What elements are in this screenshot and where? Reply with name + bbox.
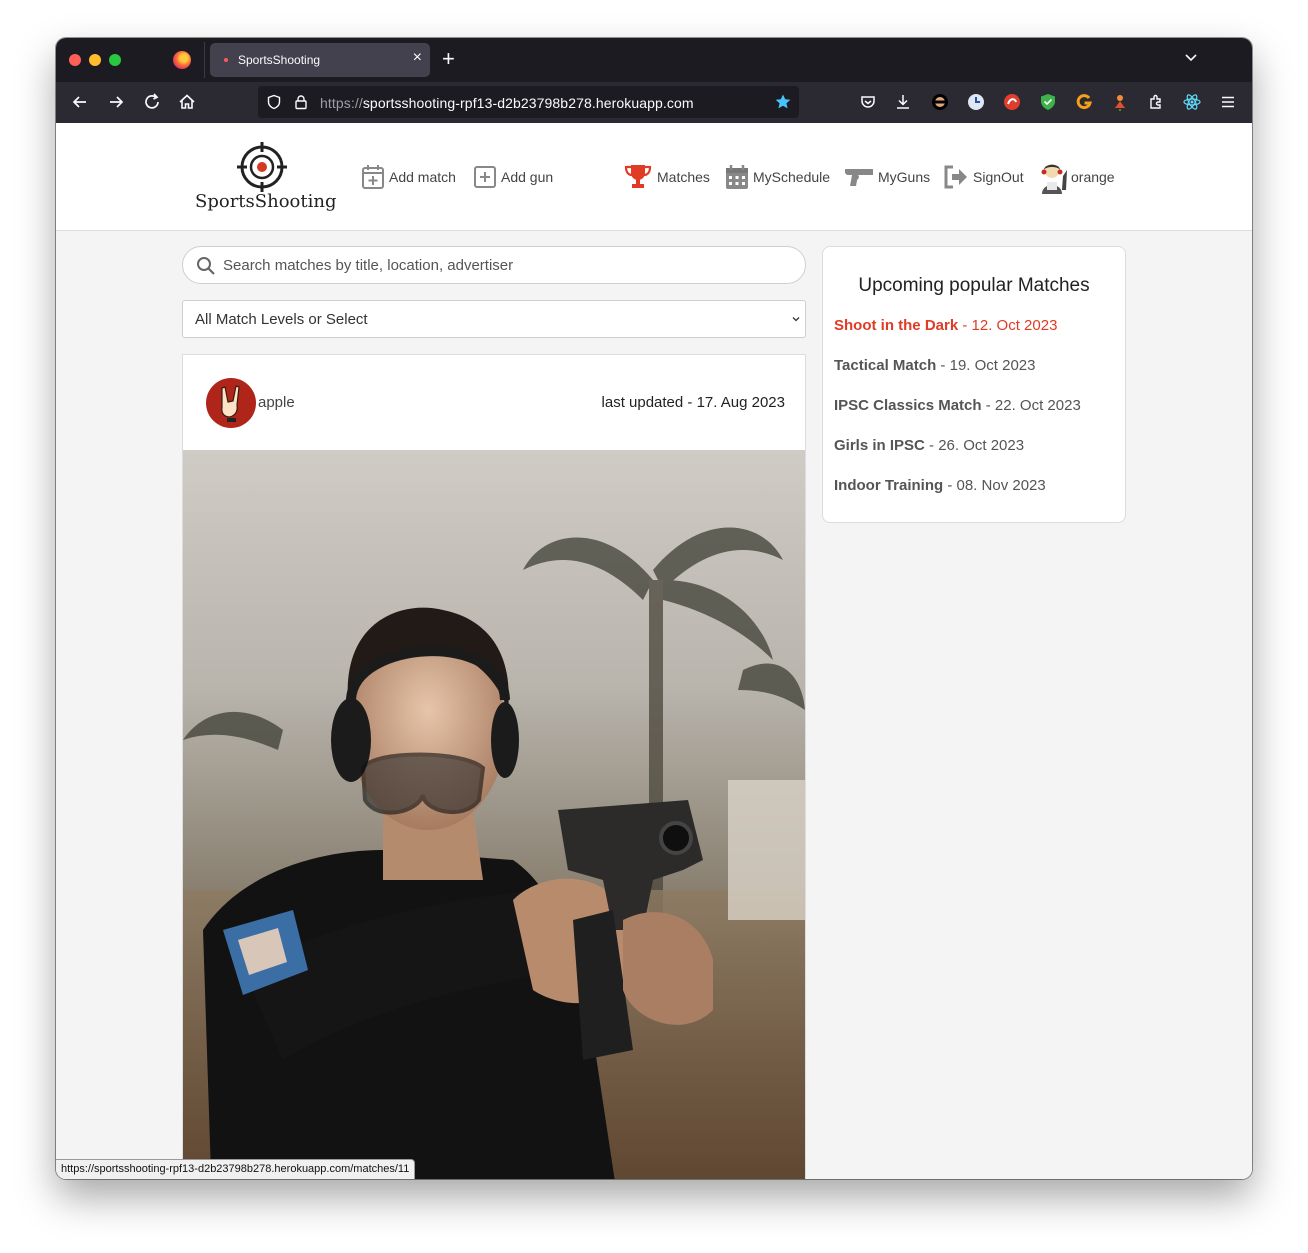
tab-bar: SportsShooting × + [56,38,1252,82]
extension-red-icon[interactable] [1003,93,1021,111]
upcoming-item-name: Girls in IPSC [834,437,925,454]
forward-icon[interactable] [105,91,127,113]
author-avatar [206,378,256,428]
url-bar[interactable]: https://sportsshooting-rpf13-d2b23798b27… [258,86,799,118]
upcoming-matches-panel: Upcoming popular Matches Shoot in the Da… [822,246,1126,523]
upcoming-item-name: IPSC Classics Match [834,397,982,414]
extension-ninja-icon[interactable] [931,93,949,111]
nav-add-match[interactable]: Add match [361,163,456,191]
close-tab-icon[interactable]: × [413,49,422,67]
author-name: apple [258,394,295,411]
upcoming-item[interactable]: Shoot in the Dark - 12. Oct 2023 [834,317,1057,334]
new-tab-button[interactable]: + [442,47,455,71]
nav-add-gun-label: Add gun [501,169,554,185]
nav-toolbar: https://sportsshooting-rpf13-d2b23798b27… [56,82,1252,123]
site-logo[interactable]: SportsShooting [195,141,337,219]
browser-window: SportsShooting × + https://sportsshootin… [56,38,1252,1179]
upcoming-item-name: Shoot in the Dark [834,317,959,334]
back-icon[interactable] [69,91,91,113]
page-content: SportsShooting Add match Add gun Matches… [56,123,1252,1179]
nav-myschedule-label: MySchedule [753,169,831,185]
match-photo[interactable] [183,450,805,1179]
status-bar-url: https://sportsshooting-rpf13-d2b23798b27… [56,1159,416,1179]
nav-myguns[interactable]: MyGuns [844,163,930,191]
upcoming-item-date: - 12. Oct 2023 [958,317,1058,334]
nav-matches-label: Matches [657,169,710,185]
minimize-window-button[interactable] [89,54,101,66]
url-text[interactable]: https://sportsshooting-rpf13-d2b23798b27… [320,95,694,111]
search-icon [197,257,215,275]
sign-out-icon [944,165,967,189]
reload-icon[interactable] [141,91,163,113]
upcoming-item-date: - 26. Oct 2023 [924,437,1025,454]
trophy-icon [624,165,652,188]
nav-signout-label: SignOut [973,169,1024,185]
chevron-down-icon [792,317,800,322]
extensions-puzzle-icon[interactable] [1147,93,1165,111]
home-icon[interactable] [176,91,198,113]
last-updated: last updated - 17. Aug 2023 [601,394,785,411]
nav-user-profile[interactable]: orange [1036,163,1115,194]
maximize-window-button[interactable] [109,54,121,66]
upcoming-item[interactable]: Girls in IPSC - 26. Oct 2023 [834,437,1024,454]
favicon-icon [224,58,228,62]
url-host: sportsshooting-rpf13-d2b23798b278.heroku… [362,95,694,111]
nav-signout[interactable]: SignOut [943,163,1024,191]
react-devtools-icon[interactable] [1183,93,1201,111]
download-icon[interactable] [894,93,912,111]
upcoming-item-date: - 19. Oct 2023 [936,357,1036,374]
calendar-plus-icon [362,165,384,189]
upcoming-item[interactable]: IPSC Classics Match - 22. Oct 2023 [834,397,1081,414]
url-scheme: https:// [320,95,363,111]
pocket-icon[interactable] [859,93,877,111]
upcoming-item-date: - 08. Nov 2023 [943,477,1046,494]
firefox-icon [173,51,191,69]
upcoming-title: Upcoming popular Matches [858,275,1090,296]
calendar-icon [726,165,748,189]
shooter-photo-illustration [183,527,805,1179]
tab-separator [204,42,205,78]
upcoming-item[interactable]: Tactical Match - 19. Oct 2023 [834,357,1036,374]
extension-person-icon[interactable] [1111,93,1129,111]
upcoming-item-name: Indoor Training [834,477,944,494]
hamburger-menu-icon[interactable] [1219,93,1237,111]
logo-text: SportsShooting [195,191,337,212]
site-header: SportsShooting Add match Add gun Matches… [56,123,1252,231]
upcoming-item[interactable]: Indoor Training - 08. Nov 2023 [834,477,1046,494]
crosshair-icon [237,142,287,192]
nav-matches[interactable]: Matches [623,163,710,191]
chevron-down-icon[interactable] [1184,50,1198,64]
tab-sportsshooting[interactable]: SportsShooting × [210,43,430,77]
match-card[interactable]: apple last updated - 17. Aug 2023 [182,354,806,1179]
search-input[interactable] [223,253,783,277]
lock-icon[interactable] [293,94,309,110]
tab-title: SportsShooting [238,53,321,67]
close-window-button[interactable] [69,54,81,66]
pistol-icon [845,169,873,186]
nav-myschedule[interactable]: MySchedule [725,163,830,191]
user-avatar-icon [1041,164,1067,194]
match-level-select[interactable]: All Match Levels or Select [182,300,806,338]
star-icon[interactable] [774,93,792,111]
upcoming-item-date: - 22. Oct 2023 [981,397,1081,414]
extension-clock-icon[interactable] [967,93,985,111]
nav-add-gun[interactable]: Add gun [473,163,553,191]
extension-shield-icon[interactable] [1039,93,1057,111]
plus-square-icon [474,166,496,188]
rock-hand-icon [221,385,240,422]
upcoming-item-name: Tactical Match [834,357,937,374]
match-level-value: All Match Levels or Select [195,311,368,328]
nav-user-label: orange [1071,169,1115,185]
match-search[interactable] [182,246,806,284]
extension-g-icon[interactable] [1075,93,1093,111]
shield-icon[interactable] [266,94,282,110]
nav-myguns-label: MyGuns [878,169,931,185]
nav-add-match-label: Add match [389,169,456,185]
